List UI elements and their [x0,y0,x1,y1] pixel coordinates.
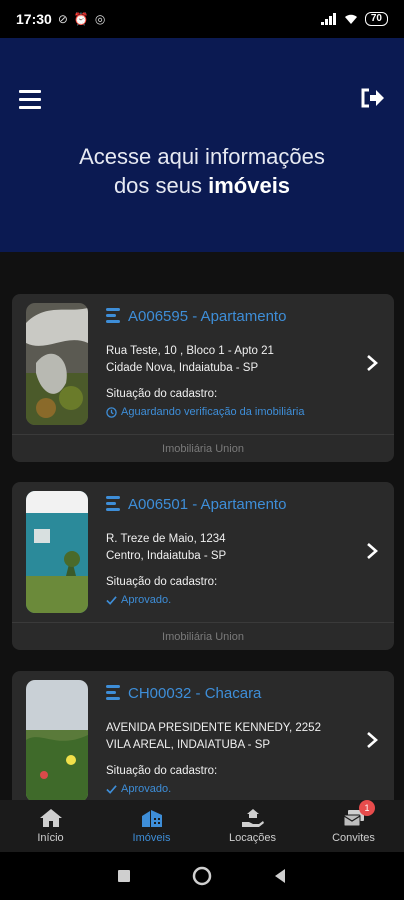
address-line-1: Rua Teste, 10 , Bloco 1 - Apto 21 [106,345,274,357]
status-label: Situação do cadastro: [106,388,218,400]
status-right: 70 [320,12,388,26]
back-button[interactable] [270,866,290,886]
menu-icon-bar [19,106,41,109]
property-address: Rua Teste, 10 , Bloco 1 - Apto 21 Cidade… [106,343,274,377]
header-title-prefix: dos seus [113,173,209,198]
whatsapp-icon: ◎ [94,12,106,26]
address-line-2: VILA AREAL, INDAIATUBA - SP [106,739,271,751]
recents-button[interactable] [114,866,134,886]
property-card[interactable]: A006501 - Apartamento R. Treze de Maio, … [12,482,394,650]
property-card[interactable]: A006595 - Apartamento Rua Teste, 10 , Bl… [12,294,394,462]
signal-icon [320,13,336,25]
system-nav-bar [0,852,404,900]
tab-inicio[interactable]: Início [0,800,101,852]
circle-icon [192,866,212,886]
status-bar: 17:30 ⊘ ⏰ ◎ 70 [0,0,404,38]
tab-imoveis[interactable]: Imóveis [101,800,202,852]
property-code-row: CH00032 - Chacara [106,684,261,702]
status-time: 17:30 [16,11,52,27]
tab-convites[interactable]: Convites 1 [303,800,404,852]
buildings-icon [141,810,162,827]
tab-label: Convites [332,832,375,844]
battery-indicator: 70 [364,12,388,26]
status-label: Situação do cadastro: [106,576,218,588]
property-list[interactable]: A006595 - Apartamento Rua Teste, 10 , Bl… [0,252,404,800]
home-icon [39,809,62,827]
property-code: A006501 - Apartamento [128,495,287,513]
agency-name: Imobiliária Union [12,622,394,651]
tab-label: Início [37,832,64,844]
property-code-row: A006595 - Apartamento [106,307,286,325]
logout-icon[interactable] [360,86,386,110]
square-icon [118,870,130,882]
status-value-text: Aguardando verificação da imobiliária [121,406,305,418]
building-icon [106,308,120,323]
property-card[interactable]: CH00032 - Chacara AVENIDA PRESIDENTE KEN… [12,671,394,800]
header-title-bold: imóveis [208,173,291,198]
chevron-right-icon[interactable] [366,354,378,372]
property-photo [26,680,88,800]
property-code-row: A006501 - Apartamento [106,495,286,513]
status-left: 17:30 ⊘ ⏰ ◎ [16,11,105,27]
property-photo [26,303,88,425]
check-icon [106,595,117,605]
clock-icon [106,406,117,418]
building-icon [106,496,120,511]
status-value: Aprovado. [106,594,171,606]
status-value-text: Aprovado. [121,594,172,606]
header-title-line2: dos seus imóveis [0,171,404,200]
tab-label: Locações [228,832,277,844]
header: Acesse aqui informações dos seus imóveis [0,38,404,252]
menu-button[interactable] [19,90,41,109]
menu-icon-bar [19,98,41,101]
tab-locacoes[interactable]: Locações [202,800,303,852]
status-value: Aprovado. [106,783,171,795]
hand-house-icon [241,809,264,827]
status-value-text: Aprovado. [121,783,172,795]
wifi-icon [344,14,357,24]
address-line-2: Cidade Nova, Indaiatuba - SP [106,362,259,374]
property-address: R. Treze de Maio, 1234 Centro, Indaiatub… [106,531,226,565]
agency-name: Imobiliária Union [12,434,394,463]
property-code: CH00032 - Chacara [128,684,262,702]
address-line-1: R. Treze de Maio, 1234 [106,533,226,545]
property-photo [26,491,88,613]
triangle-back-icon [275,869,285,883]
tab-label: Imóveis [132,832,171,844]
chevron-right-icon[interactable] [366,542,378,560]
property-code: A006595 - Apartamento [128,307,287,325]
status-value: Aguardando verificação da imobiliária [106,406,304,418]
check-icon [106,784,117,794]
chevron-right-icon[interactable] [366,731,378,749]
property-address: AVENIDA PRESIDENTE KENNEDY, 2252 VILA AR… [106,720,321,754]
building-icon [106,685,120,700]
bottom-tab-bar: Início Imóveis Locações Convites 1 [0,800,404,852]
header-title-line1: Acesse aqui informações [79,144,325,169]
address-line-1: AVENIDA PRESIDENTE KENNEDY, 2252 [106,722,321,734]
status-label: Situação do cadastro: [106,765,218,777]
header-title: Acesse aqui informações dos seus imóveis [0,142,404,200]
address-line-2: Centro, Indaiatuba - SP [106,550,227,562]
home-nav-button[interactable] [192,866,212,886]
notification-badge: 1 [359,800,375,816]
menu-icon-bar [19,90,41,93]
data-saver-icon: ⊘ [57,12,68,26]
alarm-icon: ⏰ [73,12,89,26]
